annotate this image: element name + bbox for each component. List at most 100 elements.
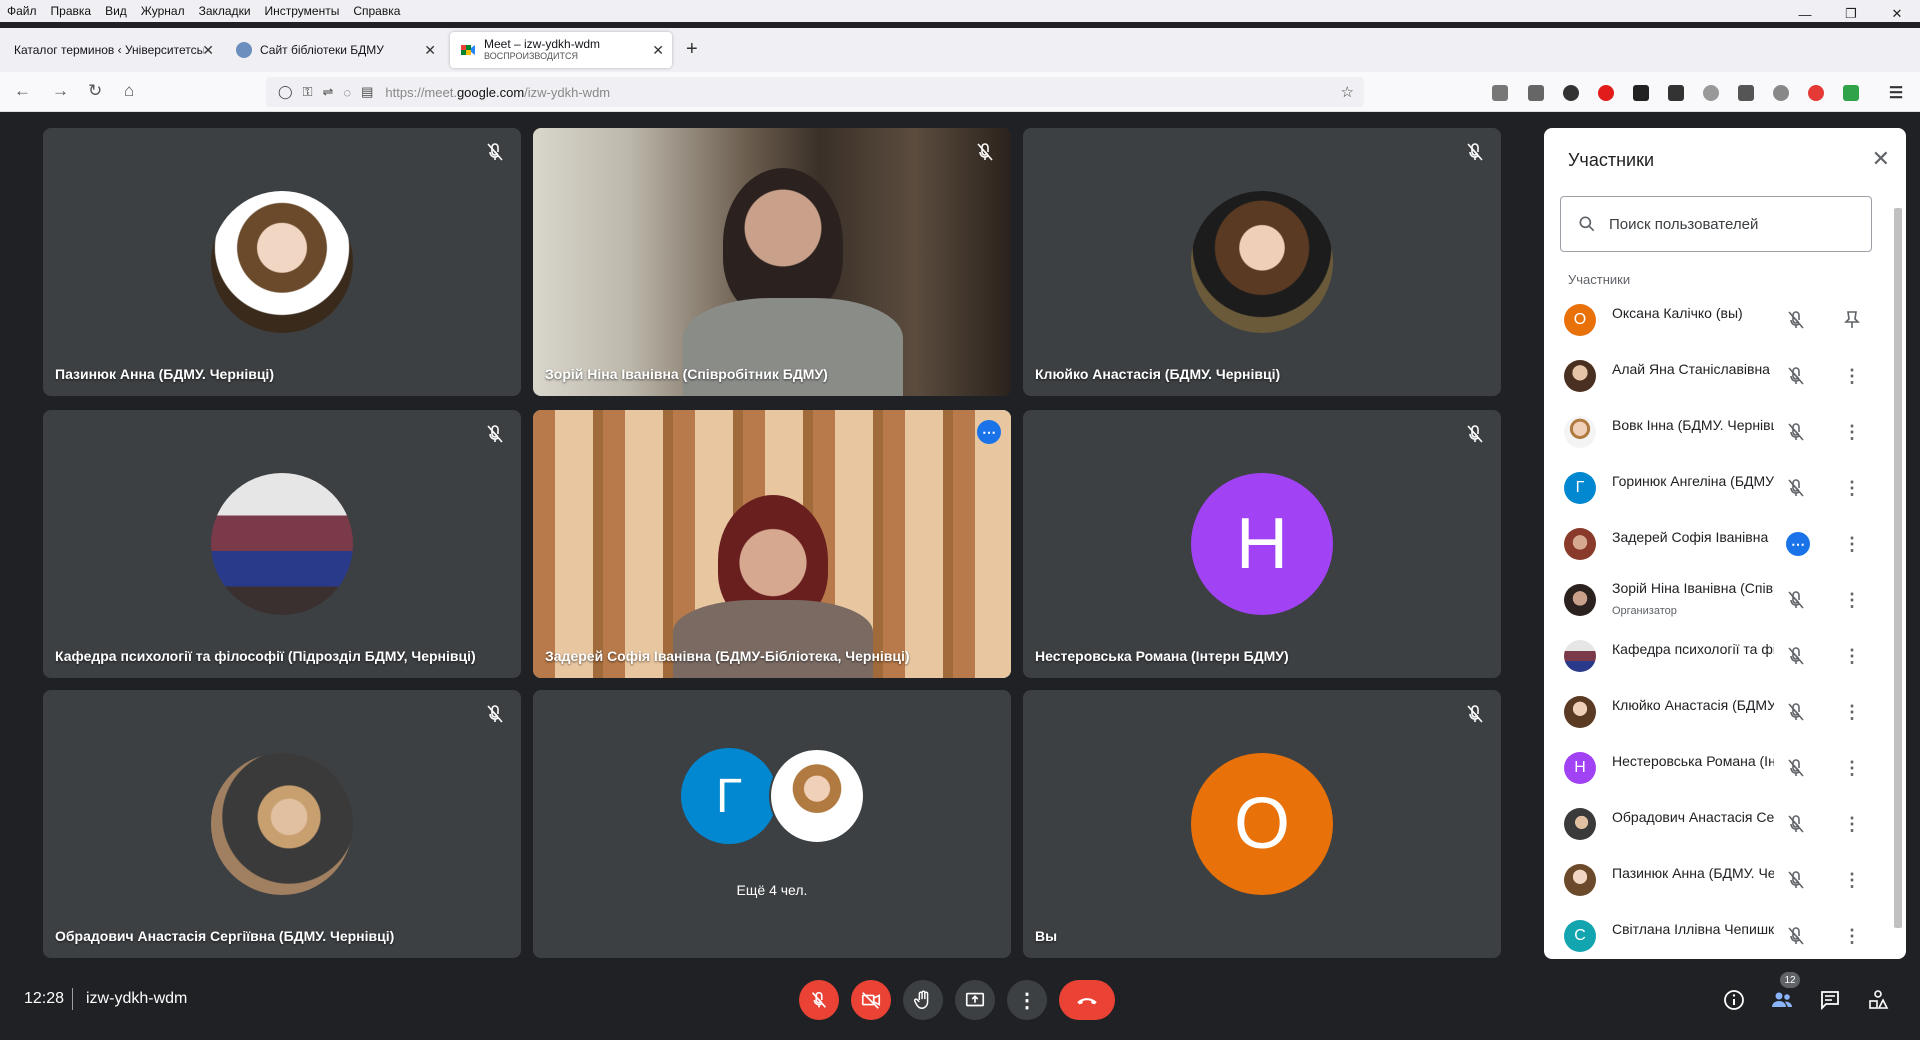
mic-off-icon [1788,647,1804,665]
new-tab-icon[interactable]: + [686,38,698,61]
green-extension-icon[interactable] [1843,85,1859,101]
opera-icon[interactable] [1598,85,1614,101]
participant-row[interactable]: О Оксана Калічко (вы) [1544,292,1888,348]
more-vert-icon[interactable]: ⋮ [1840,924,1864,948]
menu-tools[interactable]: Инструменты [258,4,347,18]
mail-icon[interactable] [1738,85,1754,101]
adblock-icon[interactable] [1808,85,1824,101]
participant-row[interactable]: Н Нестеровська Романа (Інтерн БДМУ) ⋮ [1544,740,1888,796]
more-vert-icon[interactable]: ⋮ [1840,812,1864,836]
more-vert-icon[interactable]: ⋮ [1840,756,1864,780]
menu-file[interactable]: Файл [0,4,44,18]
avatar [1564,864,1596,896]
participant-row[interactable]: Зорій Ніна Іванівна (Співробітник БДМУ) … [1544,572,1888,628]
back-icon[interactable]: ← [14,81,31,101]
tab-catalog[interactable]: Каталог терминов ‹ Університетська ✕ [4,32,222,68]
raise-hand-button[interactable] [903,980,943,1020]
participant-row[interactable]: Обрадович Анастасія Сергіївна ⋮ [1544,796,1888,852]
more-vert-icon[interactable]: ⋮ [1840,644,1864,668]
more-vert-icon[interactable]: ⋮ [1840,588,1864,612]
leave-call-button[interactable] [1059,980,1115,1020]
participant-tile[interactable]: Кафедра психології та філософії (Підрозд… [43,410,521,678]
info-icon[interactable] [1722,988,1746,1012]
more-options-button[interactable]: ⋮ [1007,980,1047,1020]
close-tab-icon[interactable]: ✕ [202,42,214,59]
present-screen-button[interactable] [955,980,995,1020]
avatar: Н [1564,752,1596,784]
avatar [1564,360,1596,392]
participant-row[interactable]: Г Горинюк Ангеліна (БДМУ) ⋮ [1544,460,1888,516]
play-icon[interactable] [1773,85,1789,101]
more-vert-icon[interactable]: ⋮ [1840,476,1864,500]
pin-icon[interactable] [1840,308,1864,332]
participant-row[interactable]: Вовк Інна (БДМУ. Чернівці) ⋮ [1544,404,1888,460]
self-tile[interactable]: О Вы [1023,690,1501,958]
pocket-icon[interactable] [1492,85,1508,101]
more-vert-icon[interactable]: ⋮ [1840,868,1864,892]
avatar: Г [1564,472,1596,504]
forward-icon[interactable]: → [52,81,69,101]
more-vert-icon[interactable]: ⋮ [1840,700,1864,724]
menu-help[interactable]: Справка [346,4,407,18]
mic-toggle-button[interactable] [799,980,839,1020]
people-icon[interactable] [1770,988,1794,1012]
more-vert-icon[interactable]: ⋮ [1840,364,1864,388]
library-icon[interactable] [1528,85,1544,101]
menu-edit[interactable]: Правка [44,4,99,18]
minimize-icon[interactable]: — [1782,0,1828,28]
participant-tile-video[interactable]: Зорій Ніна Іванівна (Співробітник БДМУ) [533,128,1011,396]
menu-view[interactable]: Вид [98,4,134,18]
permissions-icon[interactable]: ⇌ [322,84,333,100]
close-tab-icon[interactable]: ✕ [652,42,664,59]
more-vert-icon[interactable]: ⋮ [1840,532,1864,556]
participant-name: Оксана Калічко (вы) [1612,305,1743,321]
participant-row[interactable]: Кафедра психології та філософії ⋮ [1544,628,1888,684]
more-vert-icon[interactable]: ⋮ [1840,420,1864,444]
bookmark-star-icon[interactable]: ☆ [1341,83,1354,101]
address-bar[interactable]: ◯ ⚿ ⇌ ◌ ▤ https://meet.google.com/izw-yd… [266,77,1364,107]
ae-icon[interactable] [1633,85,1649,101]
avatar [769,748,865,844]
camera-blocked-icon[interactable]: ◌ [343,85,351,100]
scrollbar-thumb[interactable] [1894,208,1902,928]
menu-bookmarks[interactable]: Закладки [192,4,258,18]
search-field[interactable] [1560,196,1872,252]
extension-circle-icon[interactable] [1563,85,1579,101]
participant-tile[interactable]: Н Нестеровська Романа (Інтерн БДМУ) [1023,410,1501,678]
participant-row[interactable]: С Світлана Іллівна Чепишко ⋮ [1544,908,1888,959]
menu-history[interactable]: Журнал [134,4,192,18]
more-participants-tile[interactable]: Г Ещё 4 чел. [533,690,1011,958]
tab-library[interactable]: Сайт бібліотеки БДМУ ✕ [226,32,444,68]
close-window-icon[interactable]: ✕ [1874,0,1920,28]
participant-row[interactable]: Задерей Софія Іванівна ⋯ ⋮ [1544,516,1888,572]
participant-tile[interactable]: Обрадович Анастасія Сергіївна (БДМУ. Чер… [43,690,521,958]
shield-icon[interactable]: ◯ [278,84,293,100]
participant-tile-video-speaking[interactable]: ⋯ Задерей Софія Іванівна (БДМУ-Бібліотек… [533,410,1011,678]
chat-icon[interactable] [1818,988,1842,1012]
camera-toggle-button[interactable] [851,980,891,1020]
avatar [211,191,353,333]
participant-row[interactable]: Клюйко Анастасія (БДМУ) ⋮ [1544,684,1888,740]
participant-tile[interactable]: Клюйко Анастасія (БДМУ. Чернівці) [1023,128,1501,396]
home-icon[interactable]: ⌂ [124,81,134,101]
reload-icon[interactable]: ↻ [88,81,102,101]
mic-off-icon [487,143,503,161]
close-icon[interactable]: ✕ [1872,146,1890,172]
lock-icon[interactable]: ⚿ [303,84,313,100]
activities-icon[interactable] [1866,988,1890,1012]
ut-icon[interactable] [1668,85,1684,101]
scrollbar[interactable] [1892,190,1904,955]
tab-playing-label: ВОСПРОИЗВОДИТСЯ [484,51,578,61]
globe-icon[interactable] [1703,85,1719,101]
menu-hamburger-icon[interactable]: ☰ [1888,85,1904,102]
search-input[interactable] [1609,215,1859,233]
close-tab-icon[interactable]: ✕ [424,42,436,59]
tab-meet[interactable]: Meet – izw-ydkh-wdm ВОСПРОИЗВОДИТСЯ ✕ [450,32,672,68]
restore-icon[interactable]: ❐ [1828,0,1874,28]
more-options-icon[interactable]: ⋯ [977,420,1001,444]
participant-tile[interactable]: Пазинюк Анна (БДМУ. Чернівці) [43,128,521,396]
participant-row[interactable]: Пазинюк Анна (БДМУ. Чернівці) ⋮ [1544,852,1888,908]
participant-name: Кафедра психології та філософії (Підрозд… [55,648,476,664]
reader-icon[interactable]: ▤ [361,84,373,100]
participant-row[interactable]: Алай Яна Станіславівна ⋮ [1544,348,1888,404]
